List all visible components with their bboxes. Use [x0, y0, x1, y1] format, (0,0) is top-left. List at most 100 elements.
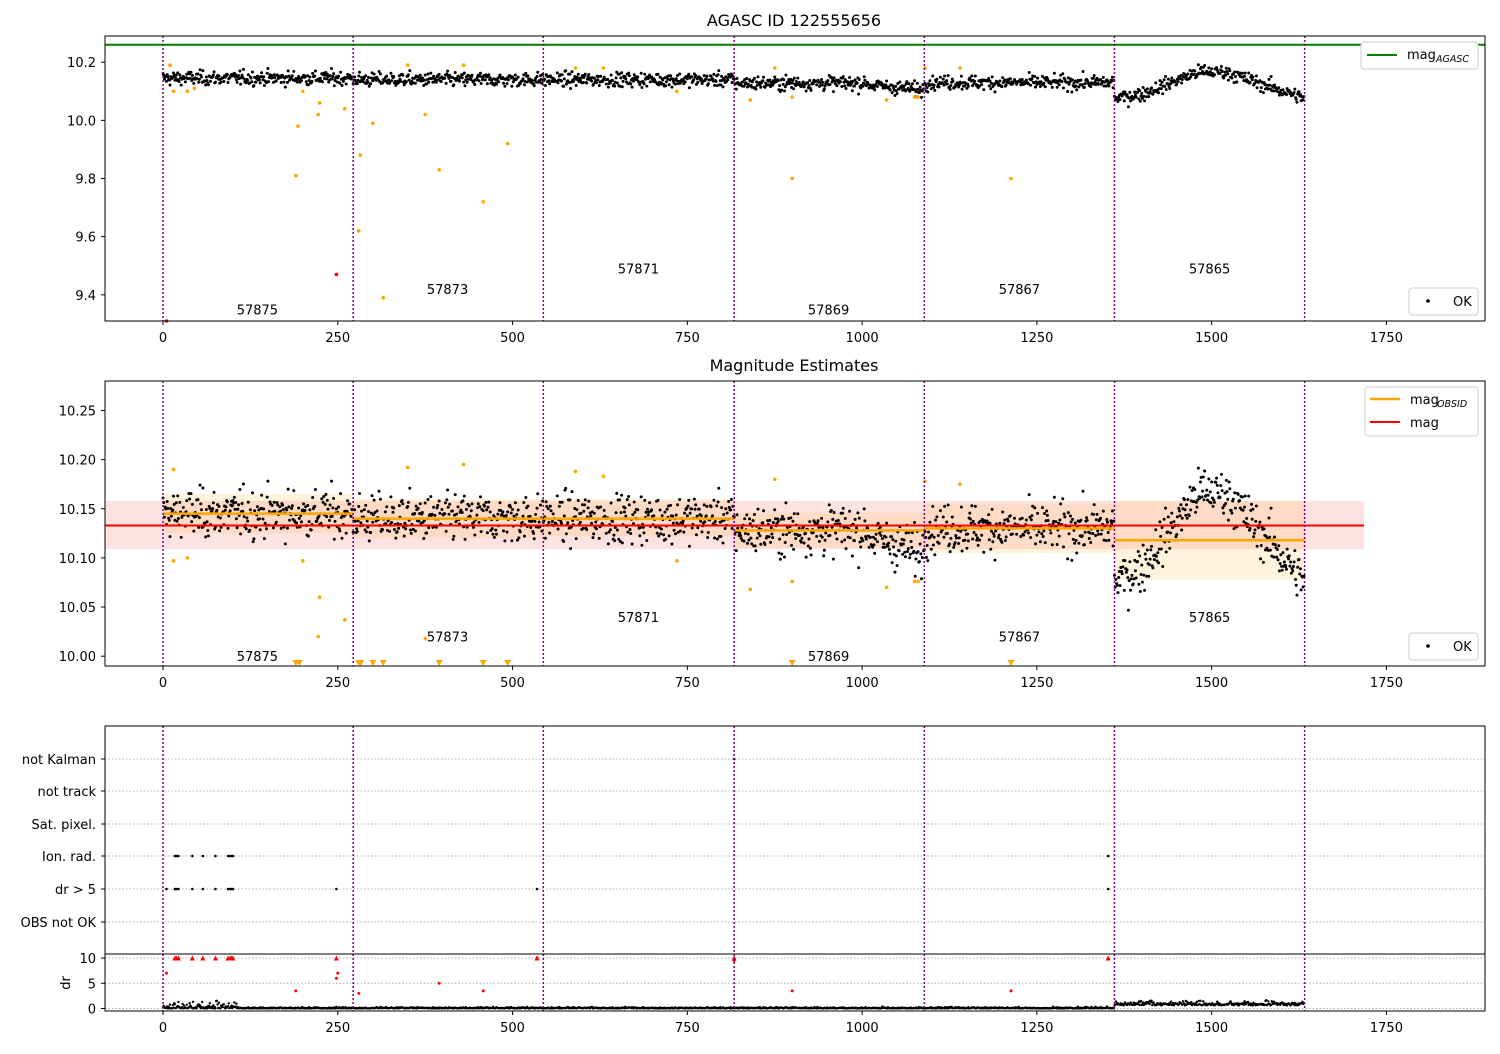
data-point: [326, 73, 329, 76]
data-point: [1062, 86, 1065, 89]
data-point: [1299, 567, 1302, 570]
data-point: [331, 515, 334, 518]
data-point: [820, 78, 823, 81]
data-point: [1123, 559, 1126, 562]
data-point: [1149, 548, 1152, 551]
data-point: [1121, 565, 1124, 568]
data-point: [615, 511, 618, 514]
data-point: [966, 533, 969, 536]
obsid-label: 57875: [237, 303, 278, 318]
x-tick-label: 1250: [1020, 1021, 1053, 1036]
data-point: [1066, 90, 1069, 93]
data-point: [180, 84, 183, 87]
data-point: [946, 83, 949, 86]
data-point: [1151, 566, 1154, 569]
data-point: [1106, 521, 1109, 524]
data-point: [949, 550, 952, 553]
data-point: [1022, 534, 1025, 537]
data-point: [911, 82, 914, 85]
data-point: [933, 84, 936, 87]
data-point: [876, 85, 879, 88]
data-point: [1096, 530, 1099, 533]
data-point: [1158, 520, 1161, 523]
data-point: [1142, 544, 1145, 547]
data-point: [1161, 92, 1164, 95]
data-point: [1088, 537, 1091, 540]
data-point: [337, 505, 340, 508]
data-point: [1067, 511, 1070, 514]
data-point: [1070, 520, 1073, 523]
data-point: [329, 74, 332, 77]
data-point: [803, 542, 806, 545]
obsid-label: 57865: [1189, 263, 1230, 278]
data-point: [960, 75, 963, 78]
data-point: [236, 81, 239, 84]
data-point: [565, 83, 568, 86]
data-point: [1144, 558, 1147, 561]
data-point: [989, 548, 992, 551]
data-point: [826, 79, 829, 82]
data-point: [980, 83, 983, 86]
data-point: [1036, 512, 1039, 515]
data-point: [1252, 535, 1255, 538]
dr-point: [216, 1000, 218, 1002]
data-point: [214, 81, 217, 84]
data-point: [401, 502, 404, 505]
data-point: [209, 80, 212, 83]
data-point: [1130, 574, 1133, 577]
flag-label: Sat. pixel.: [32, 818, 96, 833]
data-point: [1107, 85, 1110, 88]
data-point: [1262, 561, 1265, 564]
data-point: [166, 507, 169, 510]
data-point: [974, 505, 977, 508]
outlier-point: [790, 177, 794, 181]
data-point: [1281, 88, 1284, 91]
data-point: [823, 549, 826, 552]
dr-point: [208, 1005, 210, 1007]
data-point: [556, 494, 559, 497]
data-point: [584, 498, 587, 501]
data-point: [1003, 518, 1006, 521]
data-point: [759, 543, 762, 546]
data-point: [783, 89, 786, 92]
data-point: [478, 79, 481, 82]
data-point: [1283, 561, 1286, 564]
data-point: [166, 500, 169, 503]
data-point: [295, 521, 298, 524]
data-point: [794, 537, 797, 540]
data-point: [1214, 481, 1217, 484]
data-point: [857, 93, 860, 96]
data-point: [1167, 515, 1170, 518]
data-point: [823, 87, 826, 90]
data-point: [201, 69, 204, 72]
data-point: [1260, 544, 1263, 547]
obsid-label: 57873: [427, 283, 468, 298]
data-point: [1157, 561, 1160, 564]
data-point: [624, 515, 627, 518]
data-point: [329, 503, 332, 506]
data-point: [486, 82, 489, 85]
data-point: [1220, 473, 1223, 476]
data-point: [591, 536, 594, 539]
data-point: [844, 78, 847, 81]
data-point: [190, 520, 193, 523]
data-point: [258, 78, 261, 81]
data-point: [1170, 77, 1173, 80]
data-point: [1170, 521, 1173, 524]
data-point: [1242, 509, 1245, 512]
data-point: [898, 81, 901, 84]
data-point: [515, 513, 518, 516]
data-point: [1110, 522, 1113, 525]
data-point: [1027, 531, 1030, 534]
data-point: [282, 508, 285, 511]
data-point: [955, 536, 958, 539]
data-point: [413, 512, 416, 515]
data-point: [368, 539, 371, 542]
data-point: [810, 554, 813, 557]
outlier-point: [172, 559, 176, 563]
data-point: [771, 536, 774, 539]
data-point: [640, 86, 643, 89]
data-point: [826, 520, 829, 523]
data-point: [687, 505, 690, 508]
outlier-point: [193, 87, 197, 91]
